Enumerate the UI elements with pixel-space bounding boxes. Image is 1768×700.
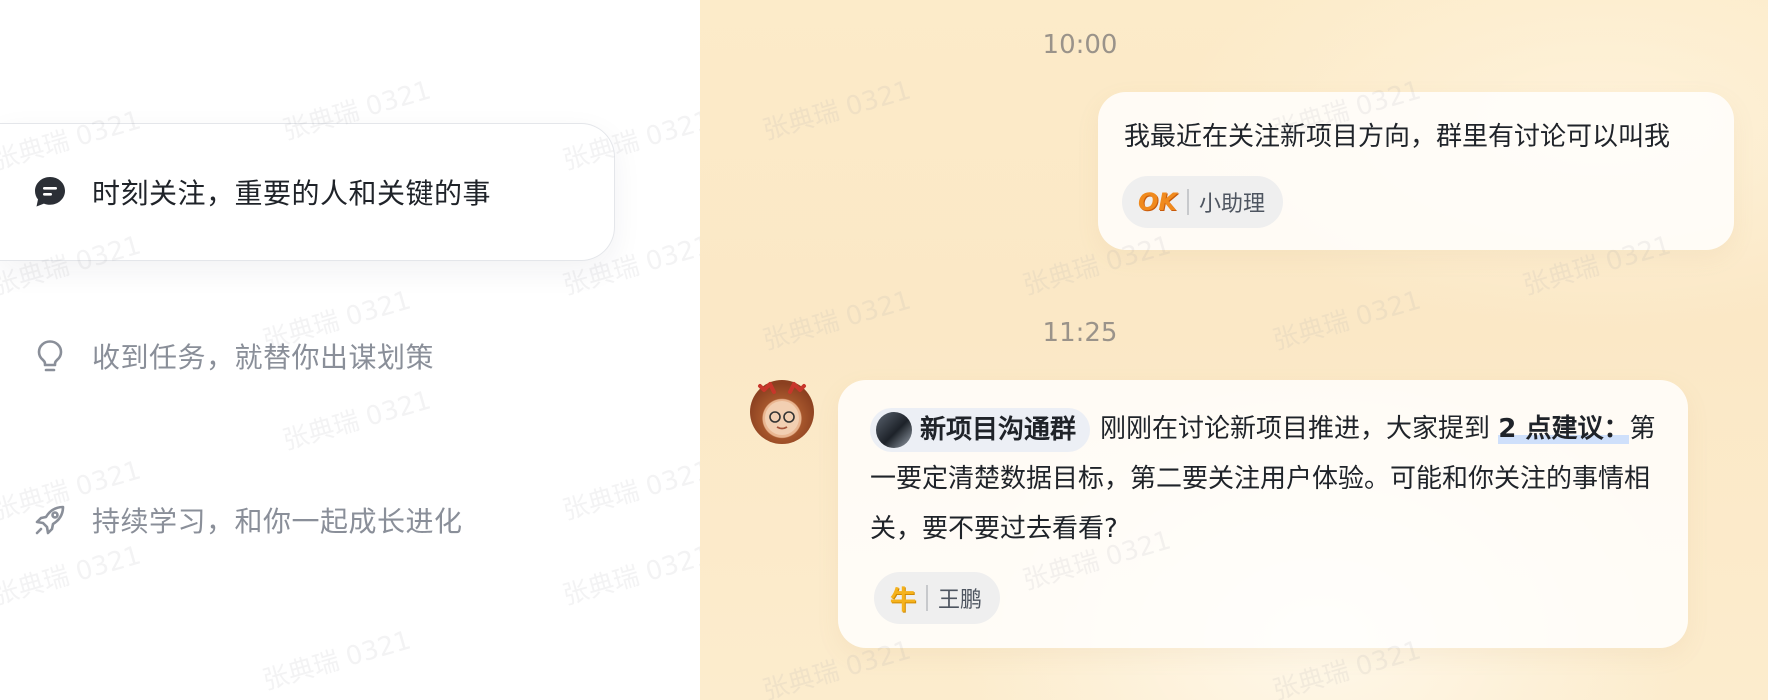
chat-bubble-icon [32,174,68,210]
reaction-user: 小助理 [1199,192,1266,217]
group-mention-chip[interactable]: 新项目沟通群 [870,407,1091,452]
reaction-chip[interactable]: OK 小助理 [1122,176,1284,228]
feature-item-follow[interactable]: 时刻关注，重要的人和关键的事 [0,123,615,261]
message-text-before: 刚刚在讨论新项目推进，大家提到 [1100,414,1491,444]
watermark-text: 张典瑞 0321 [759,75,915,147]
group-name: 新项目沟通群 [920,414,1077,445]
watermark-text: 张典瑞 0321 [559,540,715,612]
feature-panel: 时刻关注，重要的人和关键的事 收到任务，就替你出谋划策 持续学习，和你一起成长进… [0,0,714,700]
feature-item-plan[interactable]: 收到任务，就替你出谋划策 [0,326,434,386]
divider [926,585,929,611]
chat-area: 10:00 我最近在关注新项目方向，群里有讨论可以叫我 OK 小助理 11:25… [700,0,1768,700]
message-bubble-self[interactable]: 我最近在关注新项目方向，群里有讨论可以叫我 OK 小助理 [1098,92,1734,250]
feature-label: 时刻关注，重要的人和关键的事 [92,177,492,210]
watermark-text: 张典瑞 0321 [559,455,715,527]
watermark-text: 张典瑞 0321 [259,625,415,697]
reaction-chip[interactable]: 牛 王鹏 [874,572,1001,624]
avatar[interactable] [750,380,814,444]
rocket-icon [32,502,68,538]
message-timestamp: 10:00 [1042,30,1118,60]
feature-label: 收到任务，就替你出谋划策 [92,341,435,374]
reaction-user: 王鹏 [938,588,983,613]
group-avatar-icon [876,411,912,448]
watermark-text: 张典瑞 0321 [759,285,915,357]
message-bubble-other[interactable]: 新项目沟通群 刚刚在讨论新项目推进，大家提到 2 点建议：第一要定清楚数据目标，… [838,380,1688,648]
message-text: 新项目沟通群 刚刚在讨论新项目推进，大家提到 2 点建议：第一要定清楚数据目标，… [870,404,1670,554]
message-timestamp: 11:25 [1042,318,1118,348]
divider [1187,189,1189,215]
lightbulb-icon [32,338,68,374]
feature-label: 持续学习，和你一起成长进化 [92,505,463,538]
watermark-text: 张典瑞 0321 [1269,285,1425,357]
highlight-text: 2 点建议： [1498,414,1630,444]
ok-emoji-icon: OK [1138,188,1177,216]
niu-emoji-icon: 牛 [890,585,917,616]
watermark-text: 张典瑞 0321 [279,385,435,457]
message-text: 我最近在关注新项目方向，群里有讨论可以叫我 [1124,122,1671,152]
feature-item-learn[interactable]: 持续学习，和你一起成长进化 [0,490,463,550]
